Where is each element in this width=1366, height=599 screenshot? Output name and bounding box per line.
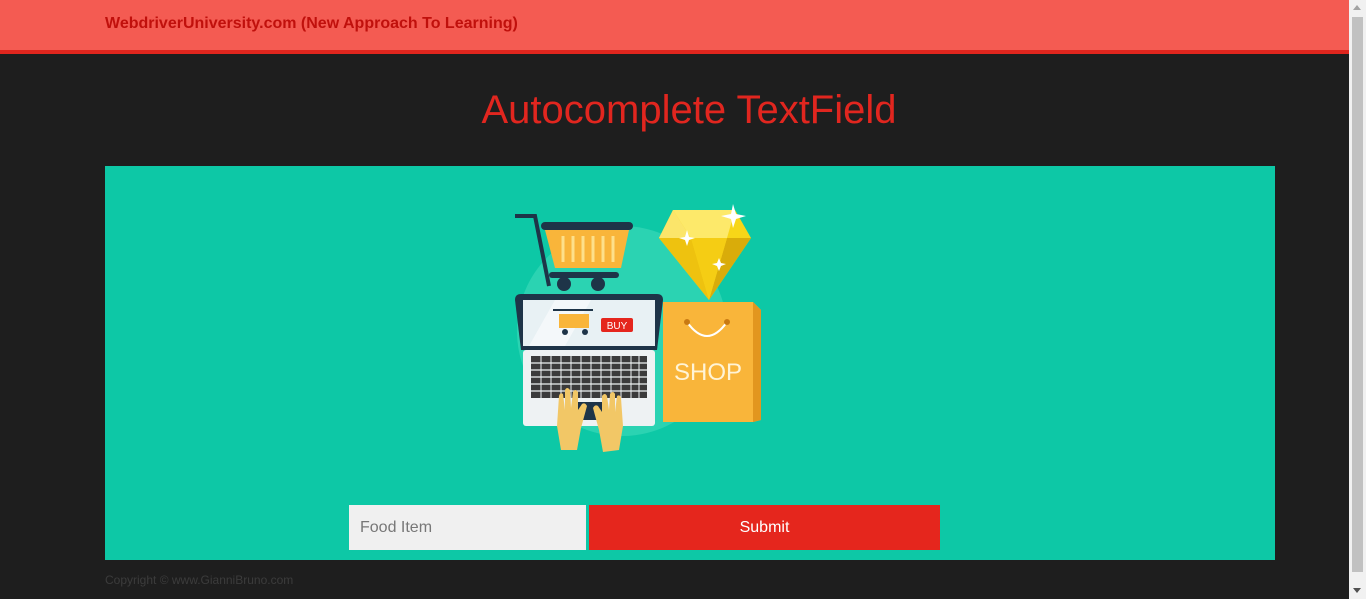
scrollbar-thumb[interactable]	[1352, 17, 1363, 572]
copyright-text: Copyright © www.GianniBruno.com	[105, 573, 294, 587]
scroll-down-arrow-icon[interactable]	[1353, 588, 1361, 593]
scroll-up-arrow-icon[interactable]	[1353, 5, 1361, 10]
laptop-icon: BUY	[515, 294, 663, 426]
shopping-illustration-icon: SHOP BUY	[515, 204, 761, 452]
page-title: Autocomplete TextField	[481, 88, 897, 132]
svg-text:BUY: BUY	[607, 321, 628, 332]
svg-text:SHOP: SHOP	[674, 359, 742, 386]
shopping-bag-icon: SHOP	[663, 302, 761, 422]
submit-button[interactable]: Submit	[589, 505, 940, 550]
brand-link[interactable]: WebdriverUniversity.com (New Approach To…	[105, 15, 518, 33]
vertical-scrollbar[interactable]	[1349, 0, 1366, 599]
navbar: WebdriverUniversity.com (New Approach To…	[0, 0, 1349, 54]
food-item-input[interactable]	[349, 505, 586, 550]
main-panel: SHOP BUY Food Item Submit	[105, 166, 1275, 560]
